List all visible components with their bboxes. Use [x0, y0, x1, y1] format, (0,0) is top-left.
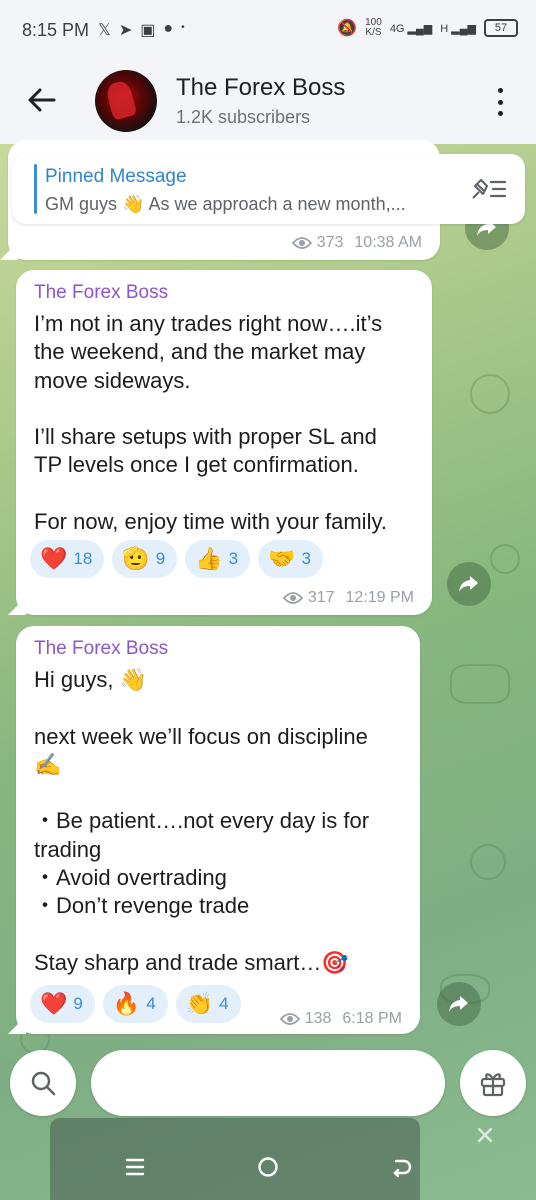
- message-input[interactable]: [91, 1050, 445, 1116]
- salute-icon: 🫡: [122, 546, 150, 571]
- network-label: 4G: [389, 22, 405, 35]
- clap-icon: 👏: [185, 991, 214, 1016]
- arrow-left-icon: [28, 88, 56, 112]
- gift-button[interactable]: [460, 1050, 526, 1116]
- telegram-icon: ➤: [118, 22, 133, 39]
- back-nav-icon: [393, 1159, 412, 1178]
- signal-icon-2: H ▂▄▆: [440, 22, 476, 35]
- system-nav-bar: [0, 1118, 536, 1200]
- gift-icon: [480, 1073, 506, 1097]
- notification-icons: 𝕏 ➤ ▣ ● •: [98, 20, 185, 40]
- message-time: 12:19 PM: [345, 589, 414, 606]
- message-meta: 138 6:18 PM: [279, 1010, 402, 1028]
- heart-icon: ❤️: [40, 991, 68, 1016]
- net-speed-unit: K/S: [365, 27, 382, 38]
- search-icon: [31, 1071, 56, 1096]
- close-overlay-button[interactable]: [470, 1120, 500, 1150]
- message-meta: 373 10:38 AM: [291, 234, 422, 252]
- back-button[interactable]: [24, 82, 60, 118]
- status-right: 🔕 100 K/S 4G ▂▄▆ H ▂▄▆ 57: [337, 18, 518, 38]
- reaction-heart[interactable]: ❤️ 9: [30, 985, 95, 1023]
- chat-header: The Forex Boss 1.2K subscribers: [0, 60, 536, 144]
- pin-list-icon[interactable]: [469, 176, 509, 202]
- reaction-clap[interactable]: 👏 4: [175, 985, 241, 1023]
- share-icon: [459, 576, 478, 592]
- pinned-text: GM guys 👋 As we approach a new month,...: [45, 194, 406, 214]
- pinned-title: Pinned Message: [45, 166, 187, 187]
- reaction-count: 3: [228, 549, 239, 568]
- channel-avatar[interactable]: [95, 70, 157, 132]
- reaction-count: 4: [146, 994, 156, 1013]
- home-button[interactable]: [253, 1152, 283, 1182]
- home-icon: [258, 1157, 278, 1177]
- reaction-fire[interactable]: 🔥 4: [102, 985, 168, 1023]
- recent-apps-icon: [125, 1158, 145, 1176]
- eye-icon: [282, 592, 303, 604]
- mute-icon: 🔕: [337, 20, 358, 37]
- message-time: 10:38 AM: [354, 234, 422, 251]
- status-time: 8:15 PM: [22, 20, 90, 40]
- reactions: ❤️ 18 🫡 9 👍 3 🤝 3: [30, 540, 323, 578]
- reaction-heart[interactable]: ❤️ 18: [30, 540, 105, 578]
- search-button[interactable]: [10, 1050, 76, 1116]
- message-bubble-2[interactable]: The Forex Boss I’m not in any trades rig…: [8, 270, 432, 615]
- heart-icon: ❤️: [40, 546, 68, 571]
- reaction-count: 4: [219, 994, 229, 1013]
- view-count: 138: [304, 1010, 332, 1027]
- eye-icon: [291, 237, 312, 249]
- reaction-count: 18: [73, 549, 93, 568]
- net-speed: 100 K/S: [365, 18, 382, 38]
- status-bar: 8:15 PM 𝕏 ➤ ▣ ● • 🔕 100 K/S 4G ▂▄▆ H ▂▄▆…: [0, 0, 536, 60]
- subscriber-count: 1.2K subscribers: [176, 107, 311, 127]
- sim-icon: ▣: [140, 22, 156, 39]
- reaction-count: 9: [73, 994, 83, 1013]
- share-button[interactable]: [447, 562, 491, 606]
- recent-apps-button[interactable]: [120, 1152, 150, 1182]
- share-icon: [449, 996, 468, 1012]
- share-button[interactable]: [437, 982, 481, 1026]
- back-nav-button[interactable]: [386, 1152, 416, 1182]
- reaction-count: 9: [155, 549, 166, 568]
- sender-name: The Forex Boss: [34, 638, 169, 659]
- app-preview-overlay: [50, 1118, 420, 1200]
- close-icon: [477, 1127, 493, 1143]
- message-text: I’m not in any trades right now….it’s th…: [34, 311, 387, 535]
- reactions: ❤️ 9 🔥 4 👏 4: [30, 985, 241, 1023]
- view-count: 373: [316, 234, 344, 251]
- dot-icon: •: [181, 22, 185, 33]
- battery-indicator: 57: [484, 19, 518, 37]
- reaction-count: 3: [301, 549, 311, 568]
- fire-icon: 🔥: [112, 991, 141, 1016]
- thumbs-up-icon: 👍: [195, 546, 223, 571]
- more-options-button[interactable]: [488, 88, 512, 116]
- message-icon: ●: [163, 20, 174, 37]
- reaction-salute[interactable]: 🫡 9: [112, 540, 178, 578]
- sender-name: The Forex Boss: [34, 282, 169, 303]
- reaction-handshake[interactable]: 🤝 3: [258, 540, 323, 578]
- pinned-message-bar[interactable]: Pinned Message GM guys 👋 As we approach …: [12, 154, 525, 224]
- message-text: Hi guys, 👋 next week we’ll focus on disc…: [34, 667, 370, 975]
- handshake-icon: 🤝: [268, 546, 296, 571]
- channel-name[interactable]: The Forex Boss: [176, 74, 345, 102]
- message-time: 6:18 PM: [342, 1010, 402, 1027]
- view-count: 317: [307, 589, 335, 606]
- signal-icon: 4G ▂▄▆: [389, 22, 433, 35]
- reaction-thumbs-up[interactable]: 👍 3: [185, 540, 251, 578]
- eye-icon: [279, 1013, 300, 1025]
- x-icon: 𝕏: [98, 22, 111, 39]
- message-bubble-3[interactable]: The Forex Boss Hi guys, 👋 next week we’l…: [8, 626, 420, 1034]
- message-meta: 317 12:19 PM: [282, 589, 414, 607]
